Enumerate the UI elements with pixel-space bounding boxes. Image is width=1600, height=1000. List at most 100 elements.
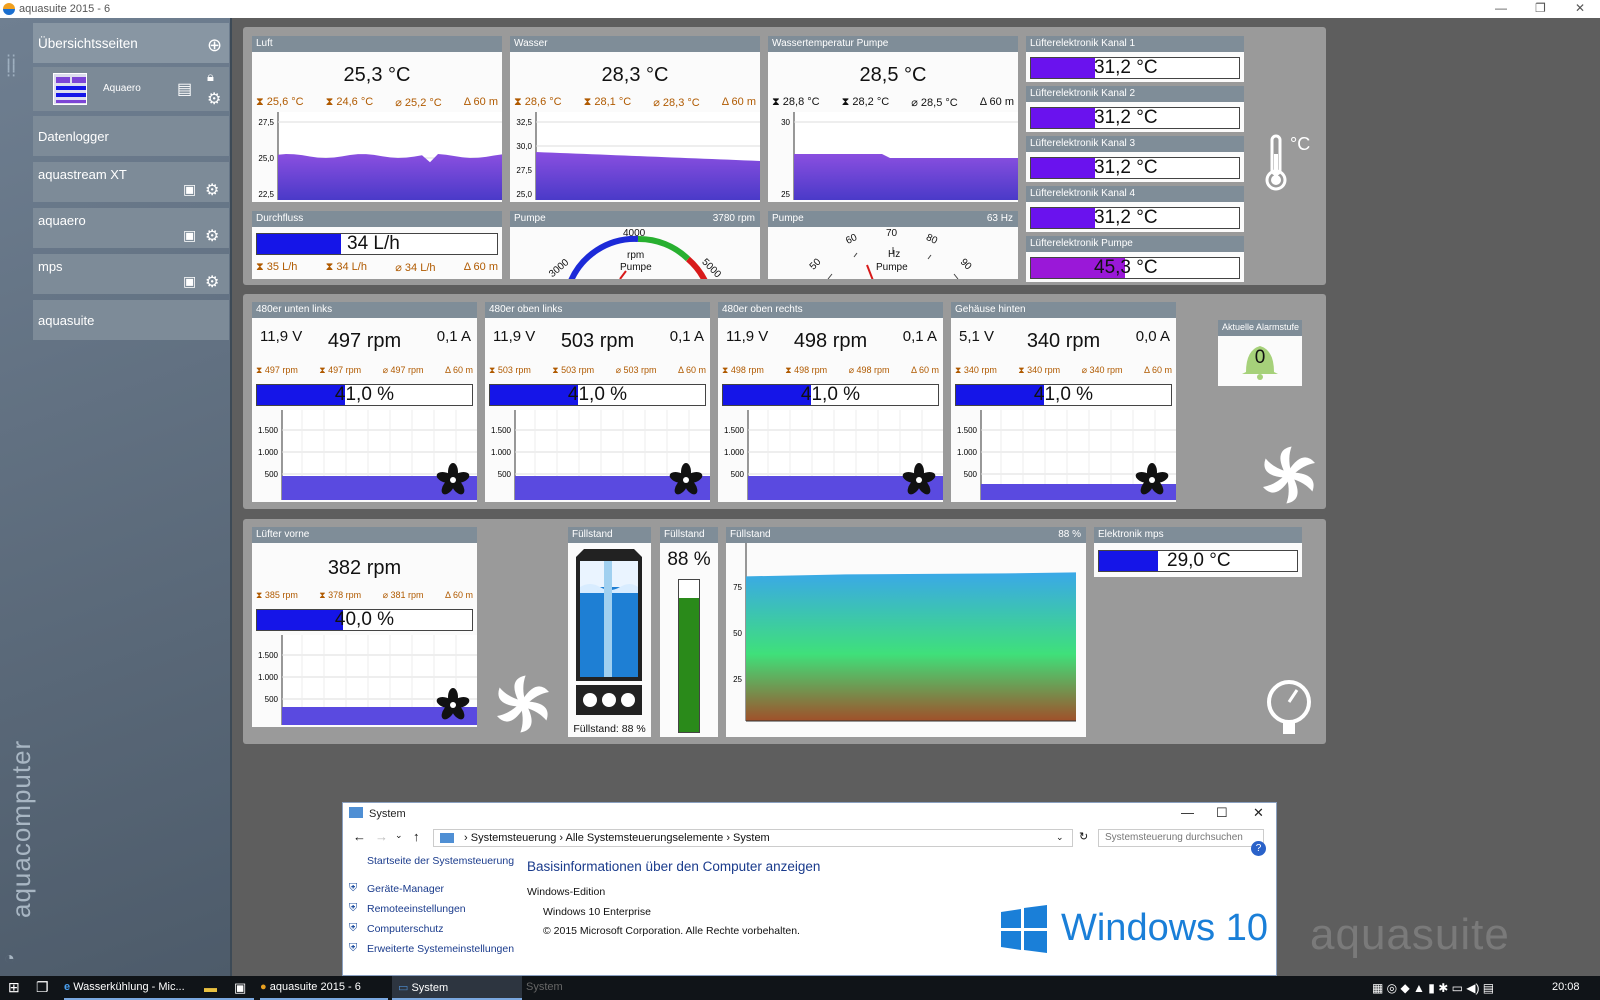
- gear-icon[interactable]: ⚙: [205, 272, 219, 292]
- back-icon[interactable]: ←: [353, 829, 366, 844]
- pump-rpm-readout: 3780 rpm: [712, 213, 755, 224]
- fan-widget: 480er unten links 11,9 V 497 rpm 0,1 A ⧗…: [252, 302, 477, 502]
- refresh-icon[interactable]: ↻: [1079, 830, 1088, 843]
- sidebar-item-label: mps: [38, 259, 63, 274]
- temp-stats: ⧗ 28,8 °C ⧗ 28,2 °C ⌀ 28,5 °C Δ 60 m: [772, 96, 1014, 109]
- up-icon[interactable]: ↑: [413, 829, 420, 844]
- front-fan-stats: ⧗ 385 rpm ⧗ 378 rpm ⌀ 381 rpm Δ 60 m: [256, 590, 473, 601]
- stat-min: ⧗ 498 rpm: [785, 365, 828, 375]
- stat-min: ⧗ 34 L/h: [325, 261, 367, 273]
- widget-header: Füllstand 88 %: [726, 527, 1086, 543]
- level-series-area: [746, 572, 1076, 721]
- breadcrumb-item[interactable]: Alle Systemsteuerungselemente: [566, 832, 724, 844]
- fan-icon: [1263, 446, 1315, 504]
- system-window-icon: [349, 807, 363, 818]
- sidebar-item-aquastream[interactable]: aquastream XT ▣ ⚙: [33, 162, 229, 202]
- remote-settings-link[interactable]: Remoteeinstellungen: [367, 903, 466, 915]
- close-icon[interactable]: ✕: [1253, 805, 1264, 821]
- shield-icon: ⛨: [349, 882, 358, 894]
- forward-icon[interactable]: →: [375, 829, 388, 844]
- drag-dots-icon[interactable]: ⁝⁝ ⁝⁝ ⁝⁝: [6, 53, 16, 81]
- gear-icon[interactable]: ⚙: [207, 89, 221, 109]
- gear-icon[interactable]: ⚙: [205, 226, 219, 246]
- sidebar-item-mps[interactable]: mps ▣ ⚙: [33, 254, 229, 294]
- stat-avg: ⌀ 28,3 °C: [653, 97, 700, 109]
- add-icon[interactable]: ⊕: [207, 35, 222, 56]
- address-bar[interactable]: › Systemsteuerung › Alle Systemsteuerung…: [433, 829, 1073, 847]
- widget-header: Lüfterelektronik Kanal 2: [1026, 86, 1244, 102]
- flow-bar: 34 L/h: [256, 233, 498, 255]
- fan-channel-widget: Lüfterelektronik Kanal 2 31,2 °C: [1026, 86, 1244, 132]
- maximize-icon[interactable]: ☐: [1216, 805, 1228, 821]
- task-view-icon[interactable]: ❐: [36, 976, 49, 1000]
- device-manager-link[interactable]: Geräte-Manager: [367, 883, 444, 895]
- save-icon[interactable]: ▣: [183, 273, 196, 290]
- level-tube-fill: [679, 598, 699, 732]
- search-input[interactable]: Systemsteuerung durchsuchen: [1098, 829, 1264, 847]
- y-tick: 50: [733, 629, 742, 638]
- stat-avg: ⌀ 503 rpm: [615, 365, 657, 375]
- widget-header: 480er oben rechts: [718, 302, 943, 318]
- minimize-icon[interactable]: —: [1495, 1, 1507, 15]
- start-icon[interactable]: ⊞: [8, 976, 20, 1000]
- widget-header: Wasser: [510, 36, 760, 52]
- tray-icons[interactable]: ▦ ◎ ◆ ▲ ▮ ✱ ▭ ◀) ▤: [1372, 976, 1494, 1000]
- widget-header: Lüfter vorne: [252, 527, 477, 543]
- save-icon[interactable]: ▣: [183, 227, 196, 244]
- gear-icon[interactable]: ⚙: [205, 180, 219, 200]
- edition-value: Windows 10 Enterprise: [543, 906, 651, 918]
- explorer-icon[interactable]: ▬: [204, 976, 217, 1000]
- sidebar-overview[interactable]: Übersichtsseiten ⊕: [33, 23, 229, 63]
- pump-rpm-widget: Pumpe 3780 rpm 3000 4000 5000 rpm Pumpe: [510, 211, 760, 279]
- channel-bar: 31,2 °C: [1030, 207, 1240, 229]
- elektronik-value: 29,0 °C: [1167, 550, 1231, 571]
- fan-stats: ⧗ 498 rpm ⧗ 498 rpm ⌀ 498 rpm Δ 60 m: [722, 365, 939, 376]
- level-bar-widget: Füllstand 88 %: [660, 527, 718, 737]
- sidebar-item-aquaero[interactable]: aquaero ▣ ⚙: [33, 208, 229, 248]
- control-panel-home-link[interactable]: Startseite der Systemsteuerung: [367, 855, 514, 867]
- chevron-down-icon[interactable]: ⌄: [1056, 832, 1064, 843]
- breadcrumb-item[interactable]: Systemsteuerung: [471, 832, 557, 844]
- taskbar: ⊞ ❐ e Wasserkühlung - Mic... ▬ ▣ ● aquas…: [0, 976, 1600, 1000]
- lock-icon[interactable]: 🔒︎: [207, 69, 214, 85]
- fan-chart: 1.500 1.000 500: [491, 410, 710, 500]
- taskbar-ghost-text: System: [526, 981, 563, 993]
- system-protection-link[interactable]: Computerschutz: [367, 923, 443, 935]
- y-tick: 500: [265, 470, 279, 479]
- monitor-icon[interactable]: ▤: [177, 79, 192, 99]
- y-tick: 500: [964, 470, 978, 479]
- stat-span: Δ 60 m: [979, 96, 1014, 108]
- stat-max: ⧗ 503 rpm: [489, 365, 531, 375]
- widget-header: Pumpe 63 Hz: [768, 211, 1018, 227]
- sidebar-item-aquasuite[interactable]: aquasuite: [33, 300, 229, 340]
- taskbar-app-edge[interactable]: e Wasserkühlung - Mic...: [64, 976, 254, 1000]
- sidebar-item-label: Datenlogger: [38, 129, 109, 144]
- advanced-settings-link[interactable]: Erweiterte Systemeinstellungen: [367, 943, 514, 955]
- restore-icon[interactable]: ❐: [1535, 1, 1546, 15]
- y-tick: 1.000: [258, 448, 279, 457]
- breadcrumb-item[interactable]: System: [733, 832, 770, 844]
- edge-icon: e: [64, 981, 71, 993]
- pump-hz-widget: Pumpe 63 Hz 50 60 70 80 90 Hz Pumpe: [768, 211, 1018, 279]
- front-fan-pct: 40,0 %: [334, 609, 395, 630]
- gauge-label: Pumpe: [620, 262, 652, 273]
- chevron-down-icon[interactable]: ⌄: [395, 830, 403, 841]
- page-item-label: Aquaero: [103, 83, 141, 94]
- taskbar-app-aquasuite[interactable]: ● aquasuite 2015 - 6: [260, 976, 388, 1000]
- sidebar-page-aquaero[interactable]: Aquaero ▤ 🔒︎ ⚙: [33, 67, 229, 111]
- taskbar-app-system[interactable]: ▭ System: [392, 976, 522, 1000]
- stat-avg: ⌀ 28,5 °C: [911, 97, 958, 109]
- help-icon[interactable]: ?: [1251, 841, 1266, 856]
- channel-bar: 31,2 °C: [1030, 157, 1240, 179]
- window-title-bar: aquasuite 2015 - 6 — ❐ ✕: [0, 0, 1600, 18]
- y-tick: 1.000: [957, 448, 978, 457]
- store-icon[interactable]: ▣: [234, 976, 246, 1000]
- minimize-icon[interactable]: —: [1181, 805, 1194, 820]
- channel-bar: 31,2 °C: [1030, 107, 1240, 129]
- save-icon[interactable]: ▣: [183, 181, 196, 198]
- flow-value: 34 L/h: [347, 233, 400, 254]
- y-tick: 25,0: [516, 190, 532, 199]
- y-tick: 1.500: [957, 426, 978, 435]
- sidebar-item-datenlogger[interactable]: Datenlogger: [33, 116, 229, 156]
- close-icon[interactable]: ✕: [1575, 1, 1585, 15]
